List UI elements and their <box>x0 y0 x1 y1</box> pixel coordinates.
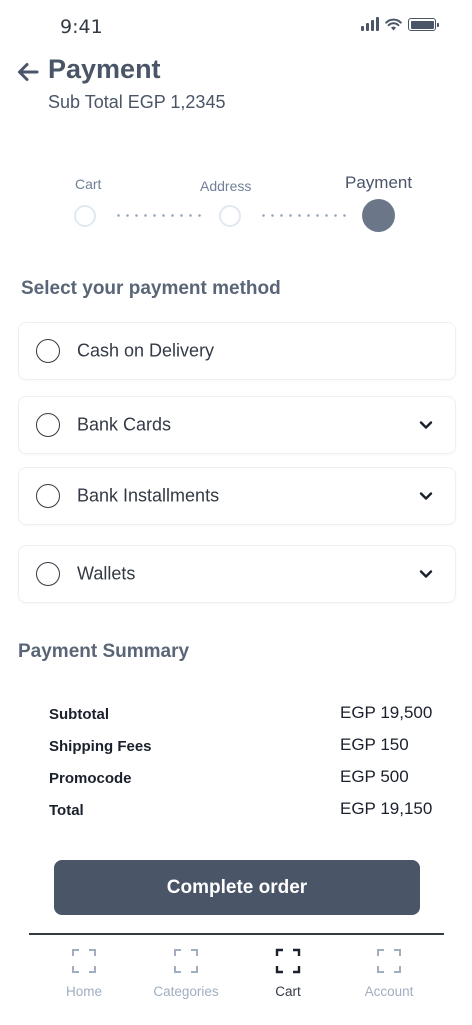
summary-value: EGP 150 <box>340 735 409 754</box>
payment-method-heading: Select your payment method <box>21 278 281 299</box>
home-icon <box>72 949 96 973</box>
nav-label: Home <box>65 984 102 999</box>
categories-icon <box>174 949 198 973</box>
complete-order-button[interactable]: Complete order <box>54 860 420 915</box>
summary-row-promocode: Promocode EGP 500 <box>49 767 439 789</box>
status-bar: 9:41 <box>0 0 472 50</box>
payment-option-label: Wallets <box>77 563 136 584</box>
page-title: Payment <box>48 54 161 84</box>
header-subtotal: Sub Total EGP 1,2345 <box>48 92 226 112</box>
nav-item-cart[interactable]: Cart <box>243 948 333 999</box>
step-connector <box>259 214 349 217</box>
battery-icon <box>408 18 439 31</box>
payment-option-label: Bank Cards <box>77 414 172 435</box>
radio-button[interactable] <box>36 413 60 437</box>
summary-label: Subtotal <box>49 706 109 723</box>
signal-icon <box>361 17 379 31</box>
account-icon <box>377 949 401 973</box>
bottom-nav-divider <box>29 933 444 935</box>
summary-value: EGP 19,150 <box>340 799 433 818</box>
chevron-down-icon[interactable] <box>419 420 433 430</box>
step-label-cart: Cart <box>75 176 102 192</box>
payment-option-label: Bank Installments <box>77 485 220 506</box>
wifi-icon <box>385 18 402 31</box>
summary-label: Total <box>49 802 84 819</box>
step-dot-payment <box>362 199 395 232</box>
nav-label: Cart <box>275 984 301 999</box>
payment-option-cash[interactable]: Cash on Delivery <box>18 322 456 380</box>
chevron-down-icon[interactable] <box>419 569 433 579</box>
nav-label: Account <box>364 984 414 999</box>
payment-option-bank-installments[interactable]: Bank Installments <box>18 467 456 525</box>
step-label-address: Address <box>200 178 252 194</box>
step-dot-address <box>219 205 241 227</box>
payment-option-label: Cash on Delivery <box>77 340 215 361</box>
status-time: 9:41 <box>60 16 103 38</box>
summary-value: EGP 500 <box>340 767 409 786</box>
summary-row-subtotal: Subtotal EGP 19,500 <box>49 703 439 725</box>
summary-label: Shipping Fees <box>49 738 152 755</box>
nav-label: Categories <box>153 984 219 999</box>
step-dot-cart <box>74 205 96 227</box>
summary-row-total: Total EGP 19,150 <box>49 799 439 821</box>
back-arrow-icon[interactable] <box>16 60 40 84</box>
radio-button[interactable] <box>36 339 60 363</box>
summary-row-shipping: Shipping Fees EGP 150 <box>49 735 439 757</box>
status-icons <box>361 17 439 31</box>
nav-item-categories[interactable]: Categories <box>141 948 231 999</box>
summary-label: Promocode <box>49 770 132 787</box>
payment-option-bank-cards[interactable]: Bank Cards <box>18 396 456 454</box>
nav-item-account[interactable]: Account <box>344 948 434 999</box>
chevron-down-icon[interactable] <box>419 491 433 501</box>
summary-value: EGP 19,500 <box>340 703 433 722</box>
radio-button[interactable] <box>36 562 60 586</box>
payment-option-wallets[interactable]: Wallets <box>18 545 456 603</box>
payment-summary-heading: Payment Summary <box>18 641 190 662</box>
nav-item-home[interactable]: Home <box>39 948 129 999</box>
step-connector <box>114 214 204 217</box>
step-label-payment: Payment <box>345 173 413 192</box>
cart-icon <box>275 948 301 974</box>
radio-button[interactable] <box>36 484 60 508</box>
